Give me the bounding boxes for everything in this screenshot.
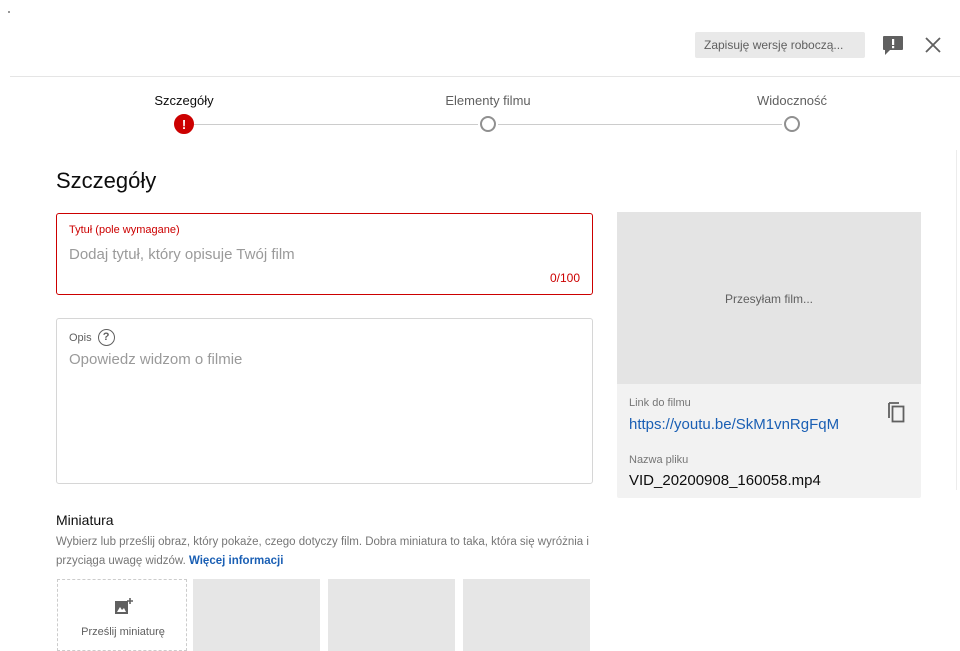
filename-value: VID_20200908_160058.mp4 xyxy=(629,472,821,489)
header-divider xyxy=(10,76,960,77)
step-error-icon[interactable]: ! xyxy=(174,114,194,134)
step-label-video-elements[interactable]: Elementy filmu xyxy=(445,93,530,108)
close-icon[interactable] xyxy=(921,33,945,57)
thumbnail-title: Miniatura xyxy=(56,512,114,528)
step-circle-video-elements[interactable] xyxy=(480,116,496,132)
video-link[interactable]: https://youtu.be/SkM1vnRgFqM xyxy=(629,416,839,433)
side-panel-edge xyxy=(956,150,957,490)
upload-thumbnail-button[interactable]: Prześlij miniaturę xyxy=(57,579,187,651)
thumbnail-description-text: Wybierz lub prześlij obraz, który pokaże… xyxy=(56,536,589,567)
thumbnail-option[interactable] xyxy=(193,579,320,651)
page-title: Szczegóły xyxy=(56,168,157,193)
upload-stepper: Szczegóły Elementy filmu Widoczność ! xyxy=(0,86,960,146)
description-field-label: Opis ? xyxy=(69,329,115,346)
step-circle-visibility[interactable] xyxy=(784,116,800,132)
step-connector xyxy=(498,124,782,125)
title-field-label: Tytuł (pole wymagane) xyxy=(69,224,180,236)
step-label-details[interactable]: Szczegóły xyxy=(154,93,213,108)
upload-thumbnail-label: Prześlij miniaturę xyxy=(81,626,165,638)
add-photo-icon xyxy=(115,598,133,614)
description-field[interactable]: Opis ? xyxy=(56,318,593,484)
title-char-count: 0/100 xyxy=(549,271,580,285)
feedback-icon[interactable] xyxy=(882,35,904,55)
thumbnail-description: Wybierz lub prześlij obraz, który pokaże… xyxy=(56,533,596,571)
thumbnail-option[interactable] xyxy=(463,579,590,651)
thumbnail-option[interactable] xyxy=(328,579,455,651)
video-link-label: Link do filmu xyxy=(629,397,691,409)
more-info-link[interactable]: Więcej informacji xyxy=(189,555,283,567)
video-preview: Przesyłam film... xyxy=(617,212,921,384)
dialog-header: Zapisuję wersję roboczą... xyxy=(0,0,960,76)
upload-status-text: Przesyłam film... xyxy=(724,292,813,306)
step-connector xyxy=(194,124,478,125)
description-input[interactable] xyxy=(69,351,569,368)
title-input[interactable] xyxy=(69,246,569,263)
saving-status-chip: Zapisuję wersję roboczą... xyxy=(695,32,865,58)
filename-label: Nazwa pliku xyxy=(629,454,689,466)
description-label-text: Opis xyxy=(69,331,92,344)
copy-icon[interactable] xyxy=(885,400,907,424)
step-label-visibility[interactable]: Widoczność xyxy=(757,93,827,108)
help-icon[interactable]: ? xyxy=(97,329,115,346)
title-field[interactable]: Tytuł (pole wymagane) 0/100 xyxy=(56,213,593,295)
video-info-panel: Przesyłam film... Link do filmu https://… xyxy=(617,212,921,498)
